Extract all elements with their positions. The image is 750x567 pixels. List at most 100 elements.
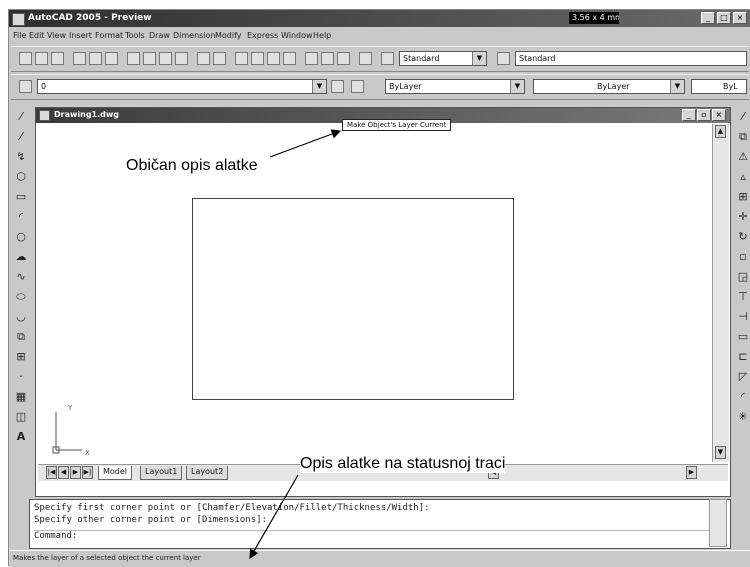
menu-view[interactable]: View [47, 31, 66, 40]
layer-select[interactable]: 0 ▼ [37, 79, 327, 94]
extend-icon[interactable]: ⊣ [736, 310, 750, 324]
rectangle-icon[interactable]: ▭ [14, 190, 28, 204]
menu-draw[interactable]: Draw [149, 31, 170, 40]
make-layer-current-icon[interactable] [331, 80, 344, 93]
command-scrollbar[interactable] [709, 499, 727, 547]
preview-icon[interactable] [89, 52, 102, 65]
last-tab-icon[interactable]: ▶| [82, 466, 93, 479]
close-icon[interactable]: × [712, 109, 726, 121]
maximize-icon[interactable]: □ [717, 12, 731, 24]
menu-edit[interactable]: Edit [29, 31, 45, 40]
menu-dimension[interactable]: Dimension [173, 31, 216, 40]
linetype-select[interactable]: ByLayer ▼ [533, 79, 685, 94]
text-style-select[interactable]: Standard ▼ [399, 51, 487, 66]
menu-file[interactable]: File [13, 31, 26, 40]
offset-icon[interactable]: ▵ [736, 170, 750, 184]
lineweight-select[interactable]: ByL [691, 79, 747, 94]
menu-modify[interactable]: Modify [215, 31, 242, 40]
command-window[interactable]: Specify first corner point or [Chamfer/E… [29, 499, 731, 549]
fillet-icon[interactable]: ◜ [736, 390, 750, 404]
move-icon[interactable]: ✛ [736, 210, 750, 224]
next-tab-icon[interactable]: ▶ [70, 466, 81, 479]
minimize-icon[interactable]: _ [682, 109, 696, 121]
cut-icon[interactable] [127, 52, 140, 65]
vertical-scrollbar[interactable]: ▲ ▼ [712, 124, 729, 462]
arc-icon[interactable]: ◜ [14, 210, 28, 224]
spline-icon[interactable]: ∿ [14, 270, 28, 284]
tab-layout1[interactable]: Layout1 [140, 466, 183, 480]
trim-icon[interactable]: ⊤ [736, 290, 750, 304]
drawing-icon [39, 110, 50, 121]
polyline-icon[interactable]: ↯ [14, 150, 28, 164]
undo-icon[interactable] [197, 52, 210, 65]
polygon-icon[interactable]: ⬡ [14, 170, 28, 184]
tab-model[interactable]: Model [98, 466, 133, 480]
match-properties-icon[interactable] [175, 52, 188, 65]
design-center-icon[interactable] [321, 52, 334, 65]
annotation-tooltip-label: Običan opis alatke [126, 157, 258, 175]
first-tab-icon[interactable]: |◀ [46, 466, 57, 479]
multiline-text-icon[interactable]: A [14, 430, 28, 444]
insert-block-icon[interactable]: ⧉ [14, 330, 28, 344]
scale-icon[interactable]: ▫ [736, 250, 750, 264]
hscroll-right-icon[interactable]: ▶ [686, 466, 697, 479]
paste-icon[interactable] [159, 52, 172, 65]
dim-style-select[interactable]: Standard [515, 51, 747, 66]
open-icon[interactable] [35, 52, 48, 65]
tab-layout2[interactable]: Layout2 [186, 466, 229, 480]
prev-tab-icon[interactable]: ◀ [58, 466, 69, 479]
menu-express[interactable]: Express [247, 31, 278, 40]
layer-previous-icon[interactable] [351, 80, 364, 93]
pan-icon[interactable] [235, 52, 248, 65]
menu-format[interactable]: Format [95, 31, 123, 40]
ellipse-arc-icon[interactable]: ◡ [14, 310, 28, 324]
tool-palettes-icon[interactable] [337, 52, 350, 65]
copy-icon[interactable] [143, 52, 156, 65]
stretch-icon[interactable]: ◲ [736, 270, 750, 284]
redo-icon[interactable] [213, 52, 226, 65]
command-prompt[interactable]: Command: [34, 530, 724, 541]
mirror-icon[interactable]: ⚠ [736, 150, 750, 164]
chamfer-icon[interactable]: ◸ [736, 370, 750, 384]
layer-manager-icon[interactable] [19, 80, 32, 93]
copy-object-icon[interactable]: ⧉ [736, 130, 750, 144]
color-select[interactable]: ByLayer ▼ [385, 79, 525, 94]
array-icon[interactable]: ⊞ [736, 190, 750, 204]
scroll-down-icon[interactable]: ▼ [715, 446, 726, 459]
zoom-window-icon[interactable] [267, 52, 280, 65]
print-icon[interactable] [73, 52, 86, 65]
line-icon[interactable]: ⁄ [14, 110, 28, 124]
menu-window[interactable]: Window [281, 31, 313, 40]
menu-help[interactable]: Help [313, 31, 331, 40]
command-history-line: Specify first corner point or [Chamfer/E… [34, 503, 430, 513]
construction-line-icon[interactable]: ⁄ [14, 130, 28, 144]
menu-tools[interactable]: Tools [125, 31, 145, 40]
save-icon[interactable] [51, 52, 64, 65]
properties-icon[interactable] [305, 52, 318, 65]
make-block-icon[interactable]: ⊞ [14, 350, 28, 364]
restore-icon[interactable]: ▫ [697, 109, 711, 121]
rotate-icon[interactable]: ↻ [736, 230, 750, 244]
revision-cloud-icon[interactable]: ☁ [14, 250, 28, 264]
point-icon[interactable]: · [14, 370, 28, 384]
publish-icon[interactable] [105, 52, 118, 65]
drawn-rectangle[interactable] [192, 198, 514, 400]
break-icon[interactable]: ▭ [736, 330, 750, 344]
explode-icon[interactable]: ✳ [736, 410, 750, 424]
new-icon[interactable] [19, 52, 32, 65]
minimize-icon[interactable]: _ [701, 12, 715, 24]
close-icon[interactable]: × [733, 12, 747, 24]
region-icon[interactable]: ◫ [14, 410, 28, 424]
menu-insert[interactable]: Insert [69, 31, 92, 40]
scroll-up-icon[interactable]: ▲ [715, 125, 726, 138]
join-icon[interactable]: ⊏ [736, 350, 750, 364]
zoom-previous-icon[interactable] [283, 52, 296, 65]
circle-icon[interactable]: ○ [14, 230, 28, 244]
text-style-icon[interactable] [381, 52, 394, 65]
ellipse-icon[interactable]: ⬭ [14, 290, 28, 304]
calculator-icon[interactable] [359, 52, 372, 65]
hatch-icon[interactable]: ▦ [14, 390, 28, 404]
erase-icon[interactable]: ⁄ [736, 110, 750, 124]
zoom-realtime-icon[interactable] [251, 52, 264, 65]
dim-style-icon[interactable] [497, 52, 510, 65]
